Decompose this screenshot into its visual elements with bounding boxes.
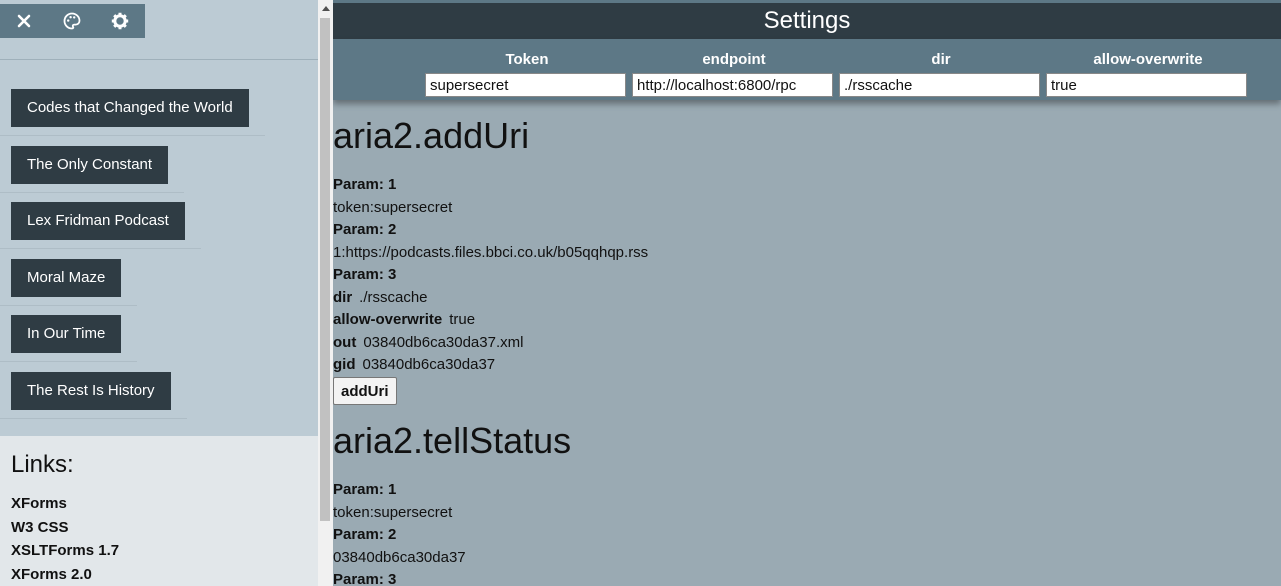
feed-button[interactable]: The Rest Is History [11,371,171,410]
feed-list: Codes that Changed the World The Only Co… [0,89,318,428]
option-value: 03840db6ca30da37.xml [363,334,524,351]
sidebar-toolbar [0,4,145,38]
option-key: allow-overwrite [333,311,443,328]
section-title-tellstatus: aria2.tellStatus [333,420,572,461]
param-value: 1:https://podcasts.files.bbci.co.uk/b05q… [333,244,649,261]
option-value: true [449,311,476,328]
link-xforms[interactable]: XForms [11,494,119,518]
gear-icon[interactable] [96,4,144,38]
option-key: out [333,334,357,351]
option-row: allow-overwrite true [333,311,475,328]
main-content: Settings Token endpoint dir allow-overwr… [333,0,1281,586]
link-w3css[interactable]: W3 CSS [11,518,119,542]
feed-button[interactable]: Codes that Changed the World [11,89,249,127]
option-value: ./rsscache [359,289,428,306]
scroll-thumb[interactable] [320,18,330,521]
list-item: In Our Time [0,315,318,372]
settings-title: Settings [333,3,1281,39]
option-row: gid 03840db6ca30da37 [333,356,495,373]
sidebar-divider [0,59,318,60]
divider [0,304,137,306]
feed-button[interactable]: Moral Maze [11,258,122,297]
list-item: Moral Maze [0,258,318,316]
links-heading: Links: [11,451,74,478]
option-key: dir [333,289,353,306]
close-icon[interactable] [0,4,48,38]
param-label: Param: 1 [333,481,397,498]
divider [0,248,201,249]
list-item: The Only Constant [0,145,318,203]
feed-button[interactable]: Lex Fridman Podcast [11,202,185,240]
sidebar-scrollbar[interactable] [318,0,333,586]
list-item: The Rest Is History [0,371,318,429]
param-label: Param: 2 [333,526,397,543]
list-item: Codes that Changed the World [0,89,318,146]
dir-input[interactable] [839,73,1040,97]
palette-icon[interactable] [48,4,96,38]
column-header-allow-overwrite: allow-overwrite [1093,51,1203,68]
column-header-dir: dir [931,51,951,68]
allow-overwrite-input[interactable] [1046,73,1247,97]
link-xsltforms[interactable]: XSLTForms 1.7 [11,541,119,565]
param-label: Param: 1 [333,176,397,193]
link-xforms-2[interactable]: XForms 2.0 [11,565,119,586]
links-list: XForms W3 CSS XSLTForms 1.7 XForms 2.0 [11,494,119,586]
param-value: token:supersecret [333,504,453,521]
section-title-adduri: aria2.addUri [333,115,530,156]
param-value: token:supersecret [333,199,453,216]
param-label: Param: 2 [333,221,397,238]
divider [0,135,265,136]
param-label: Param: 3 [333,571,397,586]
option-row: out 03840db6ca30da37.xml [333,334,523,351]
sidebar: Codes that Changed the World The Only Co… [0,0,318,586]
scroll-up-icon[interactable] [318,0,333,16]
option-value: 03840db6ca30da37 [362,356,496,373]
option-key: gid [333,356,356,373]
feed-button[interactable]: The Only Constant [11,145,169,184]
param-label: Param: 3 [333,266,397,283]
divider [0,417,187,419]
column-header-token: Token [505,51,549,68]
list-item: Lex Fridman Podcast [0,202,318,259]
token-input[interactable] [425,73,626,97]
param-value: 03840db6ca30da37 [333,549,466,566]
divider [0,361,137,362]
option-row: dir ./rsscache [333,289,428,306]
endpoint-input[interactable] [632,73,833,97]
settings-table: Token endpoint dir allow-overwrite [333,39,1281,100]
column-header-endpoint: endpoint [702,51,766,68]
adduri-button[interactable]: addUri [333,377,397,405]
divider [0,191,184,193]
feed-button[interactable]: In Our Time [11,315,122,353]
